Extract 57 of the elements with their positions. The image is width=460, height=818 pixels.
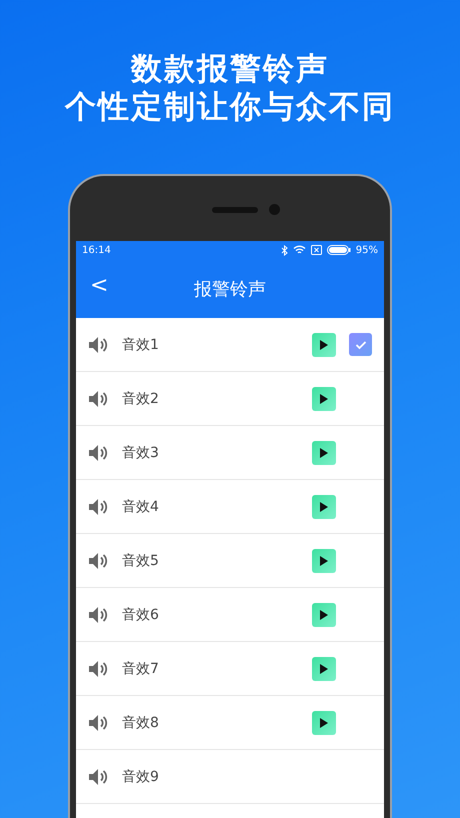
play-icon (319, 338, 329, 350)
play-button[interactable] (312, 494, 336, 518)
sound-row[interactable]: 音效5 (76, 534, 384, 588)
play-icon (319, 446, 329, 458)
headline: 个性定制让你与众不同 (64, 88, 396, 126)
speaker-icon (88, 390, 110, 408)
headline: 数款报警铃声 (130, 50, 330, 88)
play-button[interactable] (312, 332, 336, 356)
bluetooth-icon (280, 244, 288, 256)
play-button[interactable] (312, 386, 336, 410)
sound-name: 音效3 (122, 444, 160, 462)
screen-title: 报警铃声 (194, 278, 266, 300)
sound-row[interactable]: 音效1 (76, 318, 384, 372)
sound-row[interactable]: 音效3 (76, 426, 384, 480)
sound-name: 音效7 (122, 660, 160, 678)
play-icon (319, 392, 329, 404)
play-icon (319, 500, 329, 512)
back-button[interactable]: < (86, 273, 112, 298)
play-icon (319, 608, 329, 620)
play-button[interactable] (312, 548, 336, 572)
sound-row[interactable]: 音效4 (76, 480, 384, 534)
battery-percent: 95% (356, 244, 378, 256)
sound-name: 音效8 (122, 714, 160, 732)
speaker-icon (88, 552, 110, 570)
sound-name: 音效5 (122, 552, 160, 570)
play-button[interactable] (312, 440, 336, 464)
play-icon (319, 554, 329, 566)
speaker-icon (88, 660, 110, 678)
sound-name: 音效4 (122, 498, 160, 516)
sound-row[interactable]: 音效8 (76, 696, 384, 750)
speaker-icon (88, 768, 110, 786)
play-button[interactable] (312, 602, 336, 626)
sound-row[interactable]: 音效7 (76, 642, 384, 696)
camera-dot (269, 204, 280, 215)
sim-icon (310, 245, 322, 255)
speaker-icon (88, 444, 110, 462)
sound-name: 音效6 (122, 606, 160, 624)
sound-row[interactable]: 音效6 (76, 588, 384, 642)
speaker-slot (212, 207, 258, 213)
play-icon (319, 662, 329, 674)
speaker-icon (88, 714, 110, 732)
checkbox[interactable] (349, 333, 372, 356)
speaker-icon (88, 336, 110, 354)
wifi-icon (292, 245, 306, 255)
sound-row[interactable]: 音效2 (76, 372, 384, 426)
speaker-icon (88, 606, 110, 624)
sound-name: 音效2 (122, 390, 160, 408)
check-icon (354, 340, 366, 350)
play-icon (319, 716, 329, 728)
sound-name: 音效1 (122, 336, 160, 354)
play-button[interactable] (312, 710, 336, 734)
status-time: 16:14 (82, 244, 111, 256)
battery-icon (326, 245, 351, 255)
speaker-icon (88, 498, 110, 516)
sound-row[interactable]: 音效9 (76, 750, 384, 804)
play-button[interactable] (312, 656, 336, 680)
sound-name: 音效9 (122, 768, 160, 786)
